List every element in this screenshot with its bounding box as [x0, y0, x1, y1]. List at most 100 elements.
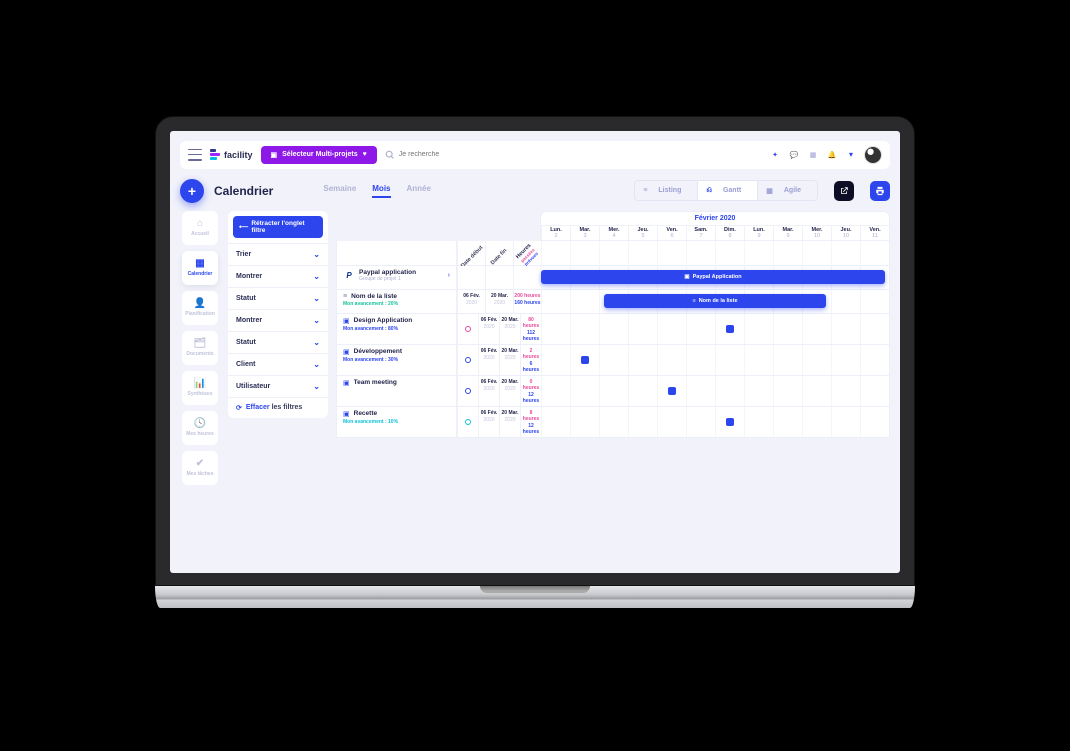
list-progress: Mon avancement : 20% [343, 301, 450, 307]
search-input[interactable] [399, 151, 761, 158]
filter-label: Client [236, 361, 255, 368]
page-title: Calendrier [214, 184, 273, 198]
filter-montrer-1[interactable]: Montrer⌄ [228, 265, 328, 287]
task-gantt-marker[interactable] [726, 325, 734, 333]
sidebar-item-label: Mes tâches [187, 471, 214, 477]
filter-utilisateur-6[interactable]: Utilisateur⌄ [228, 375, 328, 397]
sidebar-item-label: Calendrier [188, 271, 213, 277]
chat-icon[interactable]: 💬 [788, 149, 800, 161]
day-header: Mar.9 [773, 226, 802, 240]
task-row: ▣ Développement Mon avancement : 30% 06 … [336, 345, 890, 376]
view-gantt[interactable]: ⎌ Gantt [697, 181, 758, 200]
day-header: Sam.7 [686, 226, 715, 240]
day-headers: Lun.2Mar.3Mer.4Jeu.5Ven.6Sam.7Dim.8Lun.9… [541, 226, 889, 240]
status-dot [465, 419, 471, 425]
home-icon: ⌂ [197, 218, 203, 229]
search-wrap [385, 150, 761, 160]
collapse-icon: ⟵ [239, 223, 248, 231]
sidebar-item-label: Synthèses [187, 391, 212, 397]
sidebar-item-label: Documents [186, 351, 213, 357]
task-row: ▣ Design Application Mon avancement : 80… [336, 314, 890, 345]
menu-toggle-icon[interactable] [188, 149, 202, 161]
task-icon: ▣ [343, 348, 350, 356]
sidebar-item-planification[interactable]: 👤Planification [182, 291, 218, 325]
filter-trier-0[interactable]: Trier ⌄ [228, 243, 328, 265]
list-gantt-bar[interactable]: ≡ Nom de la liste [604, 294, 827, 308]
month-label: Février 2020 [541, 212, 889, 226]
filter-clear[interactable]: ⟳ Effacer les filtres [228, 397, 328, 418]
tab-annee[interactable]: Année [407, 184, 431, 198]
view-agile[interactable]: ▦ Agile [758, 181, 817, 200]
export-button[interactable] [834, 181, 854, 201]
view-listing[interactable]: ≡ Listing [635, 181, 697, 200]
project-gantt-bar[interactable]: ▣ Paypal Application [541, 270, 885, 284]
filter-label: Trier [236, 251, 251, 258]
print-button[interactable] [870, 181, 890, 201]
task-name: Développement [354, 348, 402, 355]
filter-retract-button[interactable]: ⟵ Rétracter l'onglet filtre [233, 216, 323, 238]
status-dot [465, 357, 471, 363]
view-gantt-label: Gantt [715, 184, 749, 197]
bell-icon[interactable]: 🔔 [826, 149, 838, 161]
rocket-icon[interactable]: ✦ [769, 149, 781, 161]
filter-clear-rest: les filtres [272, 404, 303, 411]
filter-montrer-3[interactable]: Montrer⌄ [228, 309, 328, 331]
day-header: Jeu.5 [628, 226, 657, 240]
filter-statut-2[interactable]: Statut⌄ [228, 287, 328, 309]
multi-project-selector[interactable]: ▣ Sélecteur Multi-projets ♥ [261, 146, 377, 164]
task-progress: Mon avancement : 80% [343, 326, 450, 332]
sidebar-item-documents[interactable]: 🗂 Documents [182, 331, 218, 365]
folder-icon: ▣ [684, 274, 689, 280]
brand-logo[interactable]: facility [210, 149, 253, 160]
filter-statut-4[interactable]: Statut ⌄ [228, 331, 328, 353]
user-icon: 👤 [194, 298, 206, 309]
task-row: ▣ Team meeting 06 Fév.2020 20 Mar.2020 0… [336, 376, 890, 407]
check-icon: ✔ [196, 458, 204, 469]
project-bar-label: Paypal Application [693, 274, 742, 280]
filter-client-5[interactable]: Client ⌄ [228, 353, 328, 375]
filter-retract-label: Rétracter l'onglet filtre [251, 220, 317, 234]
view-listing-label: Listing [650, 184, 689, 197]
list-row: ≡ Nom de la liste Mon avancement : 20% 0… [336, 290, 890, 314]
list-bar-label: Nom de la liste [699, 298, 738, 304]
tab-semaine[interactable]: Semaine [323, 184, 356, 198]
filter-clear-bold: Effacer [246, 404, 270, 411]
task-row: ▣ Recette Mon avancement : 10% 06 Fév.20… [336, 407, 890, 438]
avatar[interactable] [864, 146, 882, 164]
list-bar-icon: ≡ [692, 298, 695, 304]
status-dot [465, 326, 471, 332]
main-content: Février 2020 Lun.2Mar.3Mer.4Jeu.5Ven.6Sa… [336, 211, 890, 485]
sidebar-item-mes heures[interactable]: 🕓Mes heures [182, 411, 218, 445]
dropdown-caret-icon[interactable]: ▾ [845, 149, 857, 161]
day-header: Dim.8 [715, 226, 744, 240]
task-progress: Mon avancement : 30% [343, 357, 450, 363]
chevron-right-icon[interactable]: › [448, 272, 450, 279]
task-gantt-marker[interactable] [581, 356, 589, 364]
task-icon: ▣ [343, 379, 350, 387]
sidebar: ⌂Accueil ▦Calendrier 👤Planification 🗂 Docume… [180, 211, 220, 485]
chevron-down-icon: ⌄ [313, 316, 320, 325]
search-icon [385, 150, 395, 160]
tab-mois[interactable]: Mois [372, 184, 390, 198]
filter-label: Statut [236, 339, 256, 346]
video-icon[interactable]: ▦ [807, 149, 819, 161]
folder-icon: 🗂 [194, 338, 207, 349]
chevron-down-icon: ⌄ [313, 272, 320, 281]
chart-icon: 📊 [194, 378, 206, 389]
sidebar-item-mes tâches[interactable]: ✔ Mes tâches [182, 451, 218, 485]
sidebar-item-calendrier[interactable]: ▦Calendrier [182, 251, 218, 285]
day-header: Mer.4 [599, 226, 628, 240]
day-header: Lun.2 [541, 226, 570, 240]
add-button[interactable]: + [180, 179, 204, 203]
project-group: Groupe de projet 1 [359, 276, 416, 282]
clock-icon: 🕓 [194, 418, 206, 429]
period-tabs: Semaine Mois Année [323, 184, 431, 198]
sidebar-item-synthèses[interactable]: 📊 Synthèses [182, 371, 218, 405]
chevron-down-icon: ⌄ [313, 250, 320, 259]
sidebar-item-accueil[interactable]: ⌂Accueil [182, 211, 218, 245]
task-gantt-marker[interactable] [668, 387, 676, 395]
task-gantt-marker[interactable] [726, 418, 734, 426]
chevron-down-icon: ⌄ [313, 360, 320, 369]
day-header: Mer.10 [802, 226, 831, 240]
chevron-down-icon: ⌄ [313, 338, 320, 347]
